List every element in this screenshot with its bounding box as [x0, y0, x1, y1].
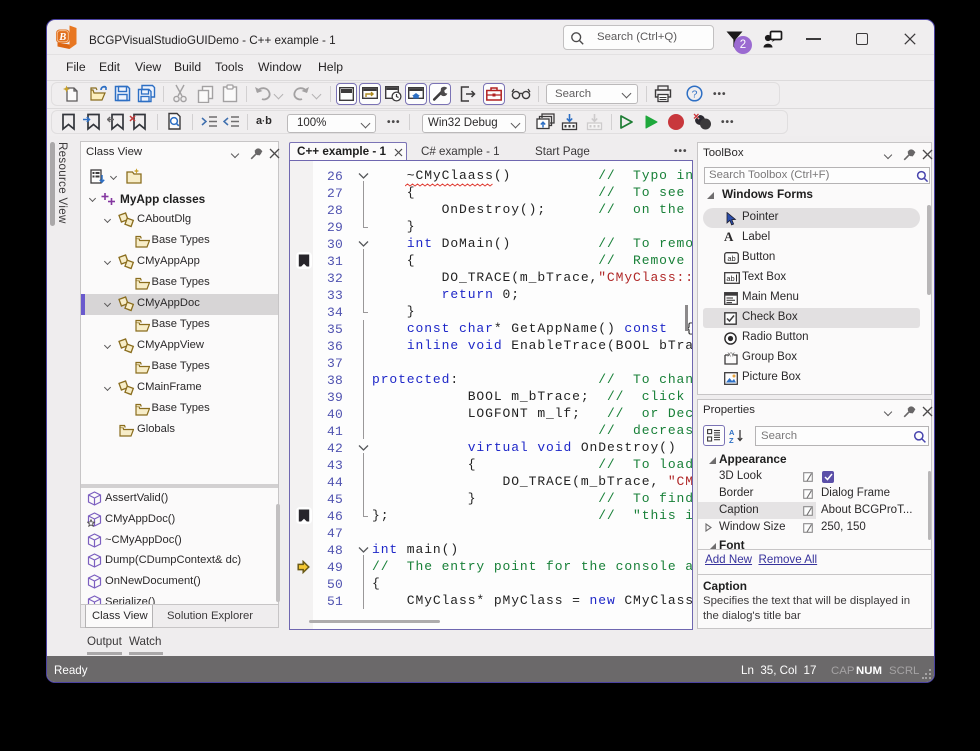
- svg-text:ab: ab: [726, 273, 734, 282]
- svg-text:ab: ab: [727, 253, 735, 262]
- svg-text:Z: Z: [729, 436, 734, 443]
- svg-text:?: ?: [692, 88, 698, 100]
- svg-text:XY: XY: [727, 352, 735, 358]
- svg-text:B: B: [58, 32, 66, 43]
